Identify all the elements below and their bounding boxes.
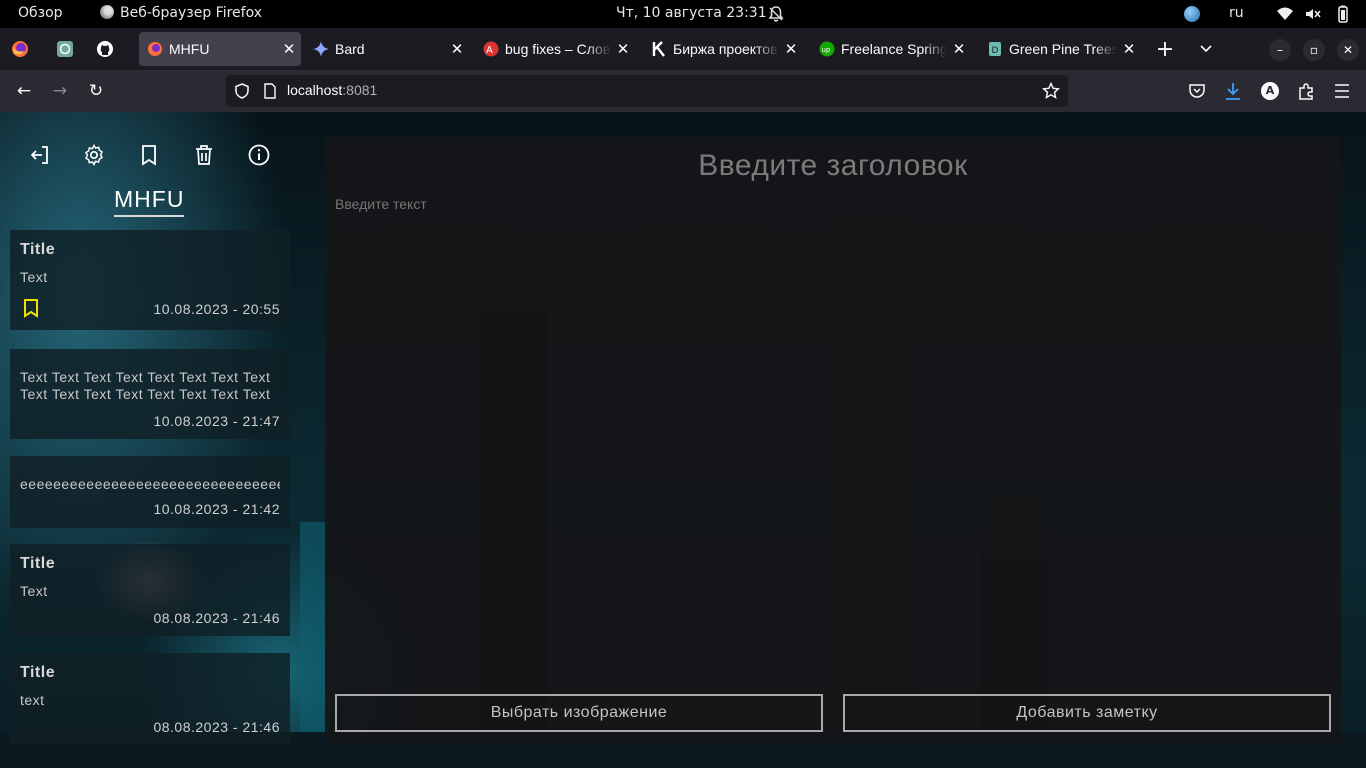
- note-text: text: [20, 692, 45, 708]
- svg-text:A: A: [486, 45, 493, 56]
- note-text: eeeeeeeeeeeeeeeeeeeeeeeeeeeeeeeeeeeeeeee…: [20, 476, 280, 492]
- upwork-icon: up: [819, 41, 835, 57]
- translator-icon: A: [483, 41, 499, 57]
- note-card[interactable]: Title Text 10.08.2023 - 20:55: [10, 230, 290, 330]
- close-tab-icon[interactable]: ✕: [779, 40, 803, 58]
- bookmark-filled-icon[interactable]: [22, 298, 40, 318]
- address-bar[interactable]: localhost:8081: [226, 75, 1068, 107]
- firefox-favicon-icon: [148, 42, 162, 56]
- close-tab-icon[interactable]: ✕: [947, 40, 971, 58]
- add-note-button[interactable]: Добавить заметку: [843, 694, 1331, 732]
- close-tab-icon[interactable]: ✕: [445, 40, 469, 58]
- shield-icon[interactable]: [234, 83, 250, 99]
- note-title: Title: [20, 241, 56, 258]
- note-date: 10.08.2023 - 21:47: [153, 413, 280, 429]
- hamburger-menu-icon[interactable]: [1333, 83, 1351, 99]
- bookmark-icon[interactable]: [137, 143, 161, 167]
- note-title: Title: [20, 664, 56, 681]
- trash-icon[interactable]: [192, 143, 216, 167]
- note-card[interactable]: Text Text Text Text Text Text Text Text …: [10, 349, 290, 439]
- keyboard-layout-indicator[interactable]: ru: [1229, 5, 1244, 21]
- back-arrow-icon[interactable]: ←: [12, 79, 36, 103]
- kwork-k-icon: [652, 41, 665, 57]
- info-icon[interactable]: [247, 143, 271, 167]
- url-text[interactable]: localhost:8081: [287, 82, 377, 98]
- note-date: 08.08.2023 - 21:46: [153, 719, 280, 735]
- system-top-bar: Обзор Веб-браузер Firefox Чт, 10 августа…: [0, 0, 1366, 28]
- note-text: Text: [20, 269, 48, 285]
- logout-icon[interactable]: [28, 143, 52, 167]
- bookmark-star-icon[interactable]: [1042, 82, 1060, 100]
- volume-muted-icon[interactable]: [1304, 5, 1322, 23]
- downloads-icon[interactable]: [1224, 81, 1242, 101]
- note-card[interactable]: eeeeeeeeeeeeeeeeeeeeeeeeeeeeeeeeeeeeeeee…: [10, 456, 290, 528]
- app-brand-title[interactable]: MHFU: [114, 186, 185, 217]
- url-port: :8081: [342, 82, 378, 98]
- doc-favicon-icon: D: [989, 42, 1001, 56]
- tab-freelance[interactable]: up Freelance Spring ✕: [811, 32, 971, 66]
- extensions-puzzle-icon[interactable]: [1297, 82, 1315, 100]
- minimize-window-icon[interactable]: –: [1269, 39, 1291, 61]
- pinned-tab-chatgpt[interactable]: [53, 37, 77, 61]
- note-date: 08.08.2023 - 21:46: [153, 610, 280, 626]
- note-text: Text Text Text Text Text Text Text Text …: [20, 369, 271, 402]
- reload-icon[interactable]: ↻: [84, 79, 108, 103]
- tab-bard[interactable]: Bard ✕: [305, 32, 469, 66]
- page-content: MHFU Title Text 10.08.2023 - 20:55 Text …: [0, 112, 1366, 768]
- pocket-icon[interactable]: [1188, 82, 1206, 100]
- page-icon[interactable]: [262, 83, 278, 99]
- note-title-input[interactable]: Введите заголовок: [325, 149, 1341, 183]
- notification-bell-icon[interactable]: [767, 5, 785, 23]
- tab-label: MHFU: [169, 41, 210, 57]
- close-tab-icon[interactable]: ✕: [1117, 40, 1141, 58]
- tab-strip: MHFU ✕ Bard ✕ A bug fixes – Слов ✕ Биржа…: [0, 28, 1366, 70]
- active-app-name: Веб-браузер Firefox: [120, 5, 263, 21]
- svg-text:D: D: [992, 46, 999, 56]
- battery-icon[interactable]: [1334, 5, 1352, 23]
- note-date: 10.08.2023 - 21:42: [153, 501, 280, 517]
- activities-button[interactable]: Обзор: [18, 5, 63, 21]
- tab-bug-fixes[interactable]: A bug fixes – Слов ✕: [475, 32, 635, 66]
- new-tab-plus-icon[interactable]: +: [1153, 37, 1177, 62]
- maximize-window-icon[interactable]: ▫: [1303, 39, 1325, 61]
- svg-text:up: up: [822, 46, 831, 54]
- pinned-tab-github[interactable]: [93, 37, 117, 61]
- list-all-tabs-chevron-icon[interactable]: [1194, 37, 1218, 61]
- note-title: Title: [20, 555, 56, 572]
- tab-mhfu[interactable]: MHFU ✕: [139, 32, 301, 66]
- note-text: Text: [20, 583, 48, 599]
- wifi-icon[interactable]: [1276, 5, 1294, 23]
- note-text-input[interactable]: Введите текст: [335, 196, 427, 212]
- note-editor: Введите заголовок Введите текст Выбрать …: [325, 137, 1341, 743]
- firefox-logo-icon: [12, 41, 28, 57]
- tab-green-pine[interactable]: D Green Pine Trees ✕: [979, 32, 1141, 66]
- note-date: 10.08.2023 - 20:55: [153, 301, 280, 317]
- close-tab-icon[interactable]: ✕: [277, 40, 301, 58]
- url-host: localhost: [287, 82, 343, 98]
- navigation-toolbar: ← → ↻ localhost:8081 A: [0, 70, 1366, 112]
- globe-icon[interactable]: [1184, 6, 1200, 22]
- close-tab-icon[interactable]: ✕: [611, 40, 635, 58]
- github-icon: [97, 41, 113, 57]
- gear-icon[interactable]: [82, 143, 106, 167]
- note-card[interactable]: Title Text 08.08.2023 - 21:46: [10, 544, 290, 636]
- tab-label: Bard: [335, 41, 365, 57]
- bard-sparkle-icon: [313, 41, 329, 57]
- firefox-view-button[interactable]: [8, 37, 32, 61]
- note-card[interactable]: Title text 08.08.2023 - 21:46: [10, 653, 290, 745]
- forward-arrow-icon[interactable]: →: [48, 79, 72, 103]
- chatgpt-icon: [57, 41, 73, 57]
- account-avatar[interactable]: A: [1261, 82, 1279, 100]
- close-window-icon[interactable]: ✕: [1337, 39, 1359, 61]
- firefox-icon: [100, 5, 114, 19]
- active-app-menu[interactable]: Веб-браузер Firefox: [100, 5, 262, 21]
- tab-birzha[interactable]: Биржа проектов ✕: [643, 32, 803, 66]
- choose-image-button[interactable]: Выбрать изображение: [335, 694, 823, 732]
- clock[interactable]: Чт, 10 августа 23:31: [616, 5, 767, 21]
